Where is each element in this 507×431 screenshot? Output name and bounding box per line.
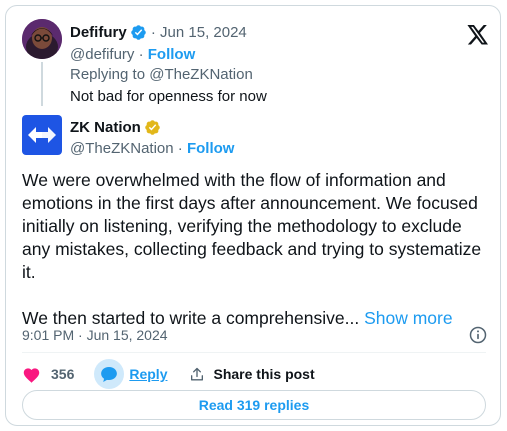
parent-follow-button[interactable]: Follow	[148, 46, 196, 63]
show-more-link[interactable]: Show more	[364, 308, 453, 328]
main-author-row: ZK Nation	[70, 117, 161, 137]
reply-button[interactable]: Reply	[94, 359, 167, 389]
replying-to-handle[interactable]: @TheZKNation	[149, 66, 253, 83]
info-icon[interactable]	[468, 325, 488, 345]
parent-author-name[interactable]: Defifury	[70, 24, 127, 41]
parent-date-link[interactable]: Jun 15, 2024	[160, 24, 247, 41]
embedded-tweet-card: Defifury · Jun 15, 2024 @defifury · Foll…	[5, 5, 501, 426]
like-count: 356	[51, 366, 75, 382]
reply-label: Reply	[129, 366, 168, 382]
replying-to-prefix: Replying to	[70, 66, 146, 83]
zk-arrows-logo-icon	[28, 127, 56, 143]
parent-handle-row: @defifury · Follow	[70, 46, 196, 63]
main-handle-row: @TheZKNation · Follow	[70, 140, 235, 157]
share-button[interactable]: Share this post	[189, 366, 315, 383]
thread-connector-line	[41, 62, 43, 106]
heart-icon	[23, 367, 40, 383]
tweet-paragraph-1: We were overwhelmed with the flow of inf…	[22, 170, 482, 282]
parent-handle[interactable]: @defifury	[70, 46, 134, 63]
parent-tweet-text: Not bad for openness for now	[70, 88, 267, 105]
parent-author-row: Defifury · Jun 15, 2024	[70, 23, 247, 41]
read-replies-button[interactable]: Read 319 replies	[22, 390, 486, 420]
defifury-avatar[interactable]	[22, 19, 62, 59]
verified-badge-icon	[130, 24, 146, 40]
gold-verified-badge-icon	[145, 119, 160, 135]
zk-nation-avatar[interactable]	[22, 115, 62, 155]
tweet-timestamp[interactable]: 9:01 PM · Jun 15, 2024	[22, 327, 168, 343]
actions-divider	[22, 352, 486, 353]
main-follow-button[interactable]: Follow	[187, 140, 235, 157]
tweet-actions-bar: 356 Reply Share this post	[22, 358, 315, 390]
replying-to-line: Replying to @TheZKNation	[70, 66, 253, 83]
main-author-name[interactable]: ZK Nation	[70, 119, 141, 136]
share-label: Share this post	[213, 366, 315, 382]
x-logo-icon[interactable]	[467, 25, 489, 45]
like-button[interactable]: 356	[22, 366, 74, 383]
reply-bubble-icon	[94, 359, 125, 389]
tweet-paragraph-2-text: We then started to write a comprehensive…	[22, 308, 360, 328]
main-tweet-text: We were overwhelmed with the flow of inf…	[22, 169, 492, 330]
main-handle[interactable]: @TheZKNation	[70, 140, 174, 157]
share-icon	[191, 367, 204, 380]
